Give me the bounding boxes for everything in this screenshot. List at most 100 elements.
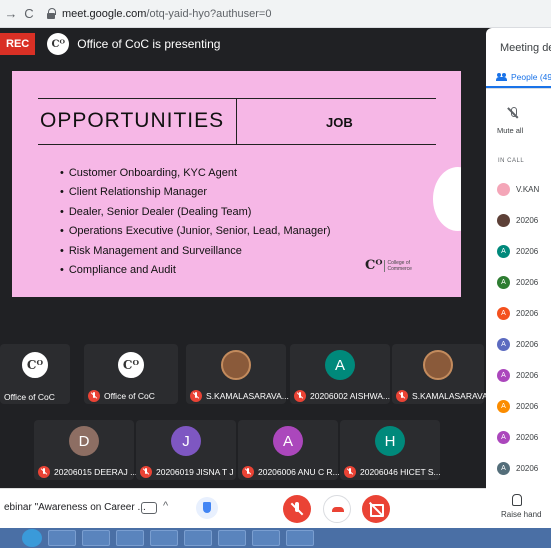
mic-off-icon — [396, 390, 408, 402]
participant-row[interactable]: A 20206 — [486, 391, 551, 422]
participant-name: 20206015 DEERAJ ... — [54, 467, 138, 477]
excel-icon[interactable] — [184, 530, 212, 546]
mute-all-icon[interactable] — [506, 106, 520, 120]
mic-off-icon — [140, 466, 152, 478]
mic-off-icon — [38, 466, 50, 478]
mic-toggle-button[interactable] — [283, 495, 311, 523]
avatar: A — [497, 431, 510, 444]
participant-tile[interactable]: S.KAMALASARAVA... — [186, 344, 289, 404]
participant-name: 20206 — [516, 433, 539, 442]
logo-text-line-2: Commerce — [387, 265, 412, 272]
url-path: /otq-yaid-hyo?authuser=0 — [146, 7, 272, 20]
participant-name: 20206006 ANU C R... — [258, 467, 340, 477]
participant-row[interactable]: A 20206 — [486, 453, 551, 484]
url-field[interactable]: meet.google.com/otq-yaid-hyo?authuser=0 — [62, 8, 271, 20]
participant-tile[interactable]: D 20206015 DEERAJ ... — [34, 420, 138, 480]
slide-rule-bottom — [38, 144, 436, 145]
presentation-header: REC Cᴼ Office of CoC is presenting — [0, 28, 480, 60]
participant-tile[interactable]: A 20206006 ANU C R... — [238, 420, 340, 480]
reload-icon[interactable]: C — [22, 6, 36, 21]
media-player-icon[interactable] — [82, 530, 110, 546]
tile-label: 20206002 AISHWA... — [294, 390, 390, 402]
recording-badge: REC — [0, 33, 36, 55]
participant-row[interactable]: A 20206 — [486, 422, 551, 453]
tile-label: Office of CoC — [88, 390, 155, 402]
tile-label: 20206019 JISNA T J — [140, 466, 234, 478]
slide-decoration — [433, 167, 461, 231]
avatar: J — [171, 426, 201, 456]
host-controls-icon[interactable] — [196, 497, 218, 519]
browser-address-bar: → C meet.google.com/otq-yaid-hyo?authuse… — [0, 0, 551, 28]
participant-row[interactable]: A 20206 — [486, 236, 551, 267]
forward-icon[interactable]: → — [4, 6, 18, 21]
participant-tile[interactable]: J 20206019 JISNA T J — [136, 420, 236, 480]
avatar: A — [497, 400, 510, 413]
job-item: Compliance and Audit — [60, 264, 331, 283]
participant-name: Office of CoC — [4, 392, 55, 402]
participant-tile[interactable]: Cᴼ Office of CoC — [84, 344, 178, 404]
avatar: A — [325, 350, 355, 380]
job-item: Operations Executive (Junior, Senior, Le… — [60, 225, 331, 244]
college-logo: Cᴼ College of Commerce — [365, 258, 412, 273]
hand-icon[interactable] — [512, 494, 522, 506]
tile-label: Office of CoC — [4, 392, 55, 402]
presenting-text: Office of CoC is presenting — [77, 37, 221, 51]
avatar: Cᴼ — [20, 350, 50, 380]
tile-label: 20206006 ANU C R... — [242, 466, 340, 478]
firefox-icon[interactable] — [116, 530, 144, 546]
avatar — [497, 214, 510, 227]
participant-tile[interactable]: Cᴼ Office of CoC — [0, 344, 70, 404]
participant-row[interactable]: A 20206 — [486, 267, 551, 298]
avatar: A — [497, 338, 510, 351]
mute-all-button[interactable]: Mute all — [497, 126, 523, 135]
start-button-icon[interactable] — [22, 529, 42, 547]
people-icon — [496, 73, 508, 81]
participant-row[interactable]: 20206 — [486, 205, 551, 236]
participant-name: 20206019 JISNA T J — [156, 467, 234, 477]
participant-name: 20206 — [516, 402, 539, 411]
camera-toggle-button[interactable] — [362, 495, 390, 523]
word-icon[interactable] — [252, 530, 280, 546]
slide-divider — [236, 98, 237, 145]
participant-name: Office of CoC — [104, 391, 155, 401]
captions-icon[interactable] — [141, 502, 157, 514]
avatar: Cᴼ — [116, 350, 146, 380]
presenter-avatar: Cᴼ — [47, 33, 70, 55]
participant-tile[interactable]: S.KAMALASARAVA... — [392, 344, 495, 404]
tab-people[interactable]: People (49 — [496, 72, 551, 82]
powerpoint-icon[interactable] — [218, 530, 246, 546]
job-item: Customer Onboarding, KYC Agent — [60, 167, 331, 186]
participant-name: 20206 — [516, 371, 539, 380]
avatar: A — [497, 369, 510, 382]
avatar: A — [497, 462, 510, 475]
participant-name: 20206002 AISHWA... — [310, 391, 391, 401]
chevron-up-icon[interactable]: ^ — [163, 500, 168, 512]
participant-row[interactable]: A 20206 — [486, 298, 551, 329]
avatar: A — [497, 307, 510, 320]
participant-name: V.KAN — [516, 185, 540, 194]
os-taskbar — [0, 528, 551, 548]
panel-title: Meeting de — [500, 42, 551, 54]
meet-window: → C meet.google.com/otq-yaid-hyo?authuse… — [0, 0, 551, 548]
file-explorer-icon[interactable] — [48, 530, 76, 546]
people-panel: Meeting de People (49 Mute all IN CALL V… — [486, 28, 551, 528]
participant-row[interactable]: A 20206 — [486, 329, 551, 360]
presentation-slide: OPPORTUNITIES JOB Customer Onboarding, K… — [12, 71, 461, 297]
avatar: A — [273, 426, 303, 456]
participant-row[interactable]: A 20206 — [486, 360, 551, 391]
chrome-icon[interactable] — [150, 530, 178, 546]
lock-icon[interactable] — [46, 7, 56, 20]
participant-name: 20206 — [516, 340, 539, 349]
mic-off-icon — [242, 466, 254, 478]
job-item: Risk Management and Surveillance — [60, 245, 331, 264]
logo-text: College of Commerce — [384, 259, 412, 272]
job-list: Customer Onboarding, KYC Agent Client Re… — [60, 167, 331, 283]
slide-column-header: JOB — [326, 115, 353, 130]
raise-hand-button[interactable]: Raise hand — [501, 510, 541, 519]
leave-call-button[interactable] — [323, 495, 351, 523]
participant-tile[interactable]: H 20206046 HICET S... — [340, 420, 441, 480]
participant-name: 20206046 HICET S... — [360, 467, 441, 477]
participant-tile[interactable]: A 20206002 AISHWA... — [290, 344, 390, 404]
participant-row[interactable]: V.KAN — [486, 174, 551, 205]
edge-icon[interactable] — [286, 530, 314, 546]
